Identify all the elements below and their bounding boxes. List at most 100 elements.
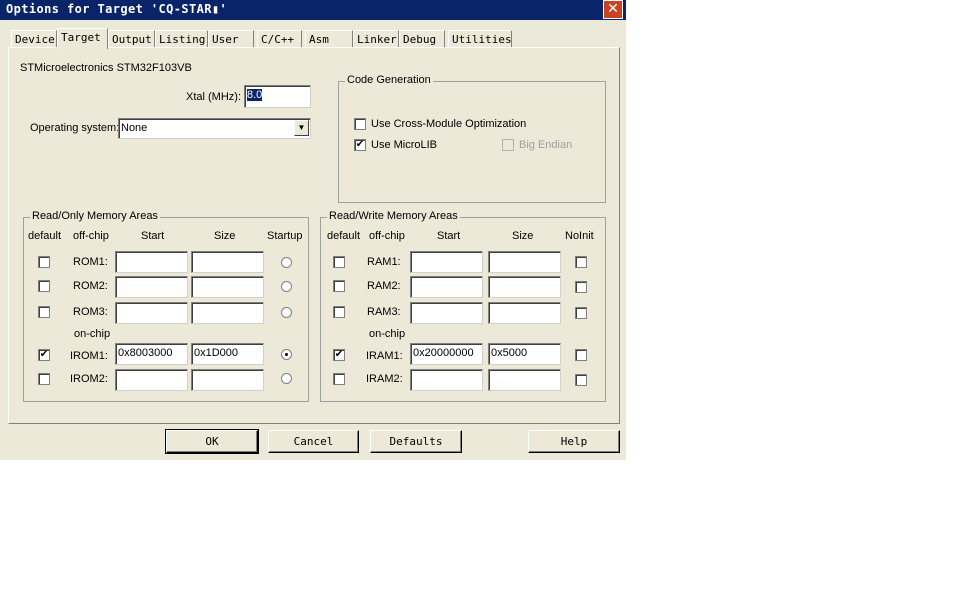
ram3-label: RAM3: — [367, 306, 401, 318]
rom-group: Read/Only Memory Areas default off-chip … — [23, 210, 309, 402]
rom1-size-input[interactable] — [191, 251, 264, 273]
iram2-start-input[interactable] — [410, 369, 483, 391]
irom2-size-input[interactable] — [191, 369, 264, 391]
rom-onchip-label: on-chip — [74, 328, 111, 340]
help-button[interactable]: Help — [528, 430, 620, 453]
rom-header-size: Size — [214, 230, 236, 242]
ok-button[interactable]: OK — [165, 429, 259, 454]
ram1-default-checkbox[interactable] — [333, 256, 345, 268]
iram1-default-checkbox[interactable]: ✔ — [333, 349, 345, 361]
os-select[interactable]: None ▼ — [118, 118, 311, 139]
rom3-startup-radio[interactable] — [281, 307, 292, 318]
cross-module-checkbox[interactable] — [354, 118, 366, 130]
defaults-button[interactable]: Defaults — [370, 430, 462, 453]
os-label: Operating system: — [30, 122, 120, 134]
iram2-size-input[interactable] — [488, 369, 561, 391]
rom-title: Read/Only Memory Areas — [30, 210, 160, 222]
tab-linker[interactable]: Linker — [353, 30, 399, 48]
ram-header-start: Start — [437, 230, 461, 242]
irom2-default-checkbox[interactable] — [38, 373, 50, 385]
rom2-label: ROM2: — [73, 280, 108, 292]
device-name: STMicroelectronics STM32F103VB — [20, 62, 192, 74]
ram-header-default: default — [327, 230, 361, 242]
tab-device[interactable]: Device — [11, 30, 57, 48]
ram2-start-input[interactable] — [410, 276, 483, 298]
ram-header-size: Size — [512, 230, 534, 242]
ram3-size-input[interactable] — [488, 302, 561, 324]
rom2-start-input[interactable] — [115, 276, 188, 298]
target-panel: STMicroelectronics STM32F103VB Xtal (MHz… — [8, 47, 620, 424]
ram-group: Read/Write Memory Areas default off-chip… — [320, 210, 606, 402]
rom-header-startup: Startup — [267, 230, 303, 242]
big-endian-checkbox[interactable] — [502, 139, 514, 151]
iram2-noinit-checkbox[interactable] — [575, 374, 587, 386]
iram2-default-checkbox[interactable] — [333, 373, 345, 385]
microlib-label: Use MicroLIB — [371, 139, 438, 151]
rom1-label: ROM1: — [73, 256, 108, 268]
ram1-label: RAM1: — [367, 256, 401, 268]
tab-listing[interactable]: Listing — [155, 30, 208, 48]
xtal-input[interactable]: 8.0 — [244, 85, 311, 108]
rom1-startup-radio[interactable] — [281, 257, 292, 268]
tab-output[interactable]: Output — [108, 30, 155, 48]
rom2-size-input[interactable] — [191, 276, 264, 298]
tab-utilities[interactable]: Utilities — [448, 30, 512, 48]
ram2-default-checkbox[interactable] — [333, 280, 345, 292]
iram1-label: IRAM1: — [366, 350, 403, 362]
ram2-size-input[interactable] — [488, 276, 561, 298]
ram2-label: RAM2: — [367, 280, 401, 292]
ram-header-noinit: NoInit — [565, 230, 594, 242]
ram3-default-checkbox[interactable] — [333, 306, 345, 318]
rom3-default-checkbox[interactable] — [38, 306, 50, 318]
ram-header-offchip: off-chip — [369, 230, 405, 242]
rom2-default-checkbox[interactable] — [38, 280, 50, 292]
irom1-default-checkbox[interactable]: ✔ — [38, 349, 50, 361]
ram1-start-input[interactable] — [410, 251, 483, 273]
xtal-label: Xtal (MHz): — [186, 91, 241, 103]
ram2-noinit-checkbox[interactable] — [575, 281, 587, 293]
ram3-noinit-checkbox[interactable] — [575, 307, 587, 319]
ram3-start-input[interactable] — [410, 302, 483, 324]
ram-title: Read/Write Memory Areas — [327, 210, 460, 222]
iram2-label: IRAM2: — [366, 373, 403, 385]
ram1-size-input[interactable] — [488, 251, 561, 273]
big-endian-label: Big Endian — [519, 139, 573, 151]
tab-asm[interactable]: Asm — [305, 30, 353, 48]
title-bar: Options for Target 'CQ-STAR▮' ✕ — [0, 0, 626, 20]
irom1-size-input[interactable]: 0x1D000 — [191, 343, 264, 365]
tab-user[interactable]: User — [208, 30, 254, 48]
cross-module-label: Use Cross-Module Optimization — [371, 118, 527, 130]
tab-cpp[interactable]: C/C++ — [257, 30, 302, 48]
irom1-startup-radio[interactable] — [281, 349, 292, 360]
os-value: None — [121, 122, 148, 134]
code-generation-group: Code Generation Use Cross-Module Optimiz… — [338, 74, 606, 203]
iram1-noinit-checkbox[interactable] — [575, 349, 587, 361]
rom2-startup-radio[interactable] — [281, 281, 292, 292]
rom-header-default: default — [28, 230, 62, 242]
window-title: Options for Target 'CQ-STAR▮' — [6, 2, 228, 16]
tab-debug[interactable]: Debug — [399, 30, 445, 48]
irom2-start-input[interactable] — [115, 369, 188, 391]
tab-target[interactable]: Target — [57, 28, 108, 49]
xtal-value: 8.0 — [247, 89, 263, 101]
ram1-noinit-checkbox[interactable] — [575, 256, 587, 268]
ram-onchip-label: on-chip — [369, 328, 406, 340]
rom1-default-checkbox[interactable] — [38, 256, 50, 268]
iram1-size-input[interactable]: 0x5000 — [488, 343, 561, 365]
rom-header-start: Start — [141, 230, 165, 242]
rom3-label: ROM3: — [73, 306, 108, 318]
irom2-label: IROM2: — [70, 373, 108, 385]
rom-header-offchip: off-chip — [73, 230, 109, 242]
rom1-start-input[interactable] — [115, 251, 188, 273]
options-dialog: Options for Target 'CQ-STAR▮' ✕ Device T… — [0, 0, 626, 460]
rom3-size-input[interactable] — [191, 302, 264, 324]
cancel-button[interactable]: Cancel — [268, 430, 359, 453]
irom1-start-input[interactable]: 0x8003000 — [115, 343, 188, 365]
rom3-start-input[interactable] — [115, 302, 188, 324]
chevron-down-icon[interactable]: ▼ — [294, 120, 309, 136]
close-button[interactable]: ✕ — [603, 0, 623, 19]
code-generation-title: Code Generation — [345, 74, 433, 86]
microlib-checkbox[interactable]: ✔ — [354, 139, 366, 151]
iram1-start-input[interactable]: 0x20000000 — [410, 343, 483, 365]
irom2-startup-radio[interactable] — [281, 373, 292, 384]
